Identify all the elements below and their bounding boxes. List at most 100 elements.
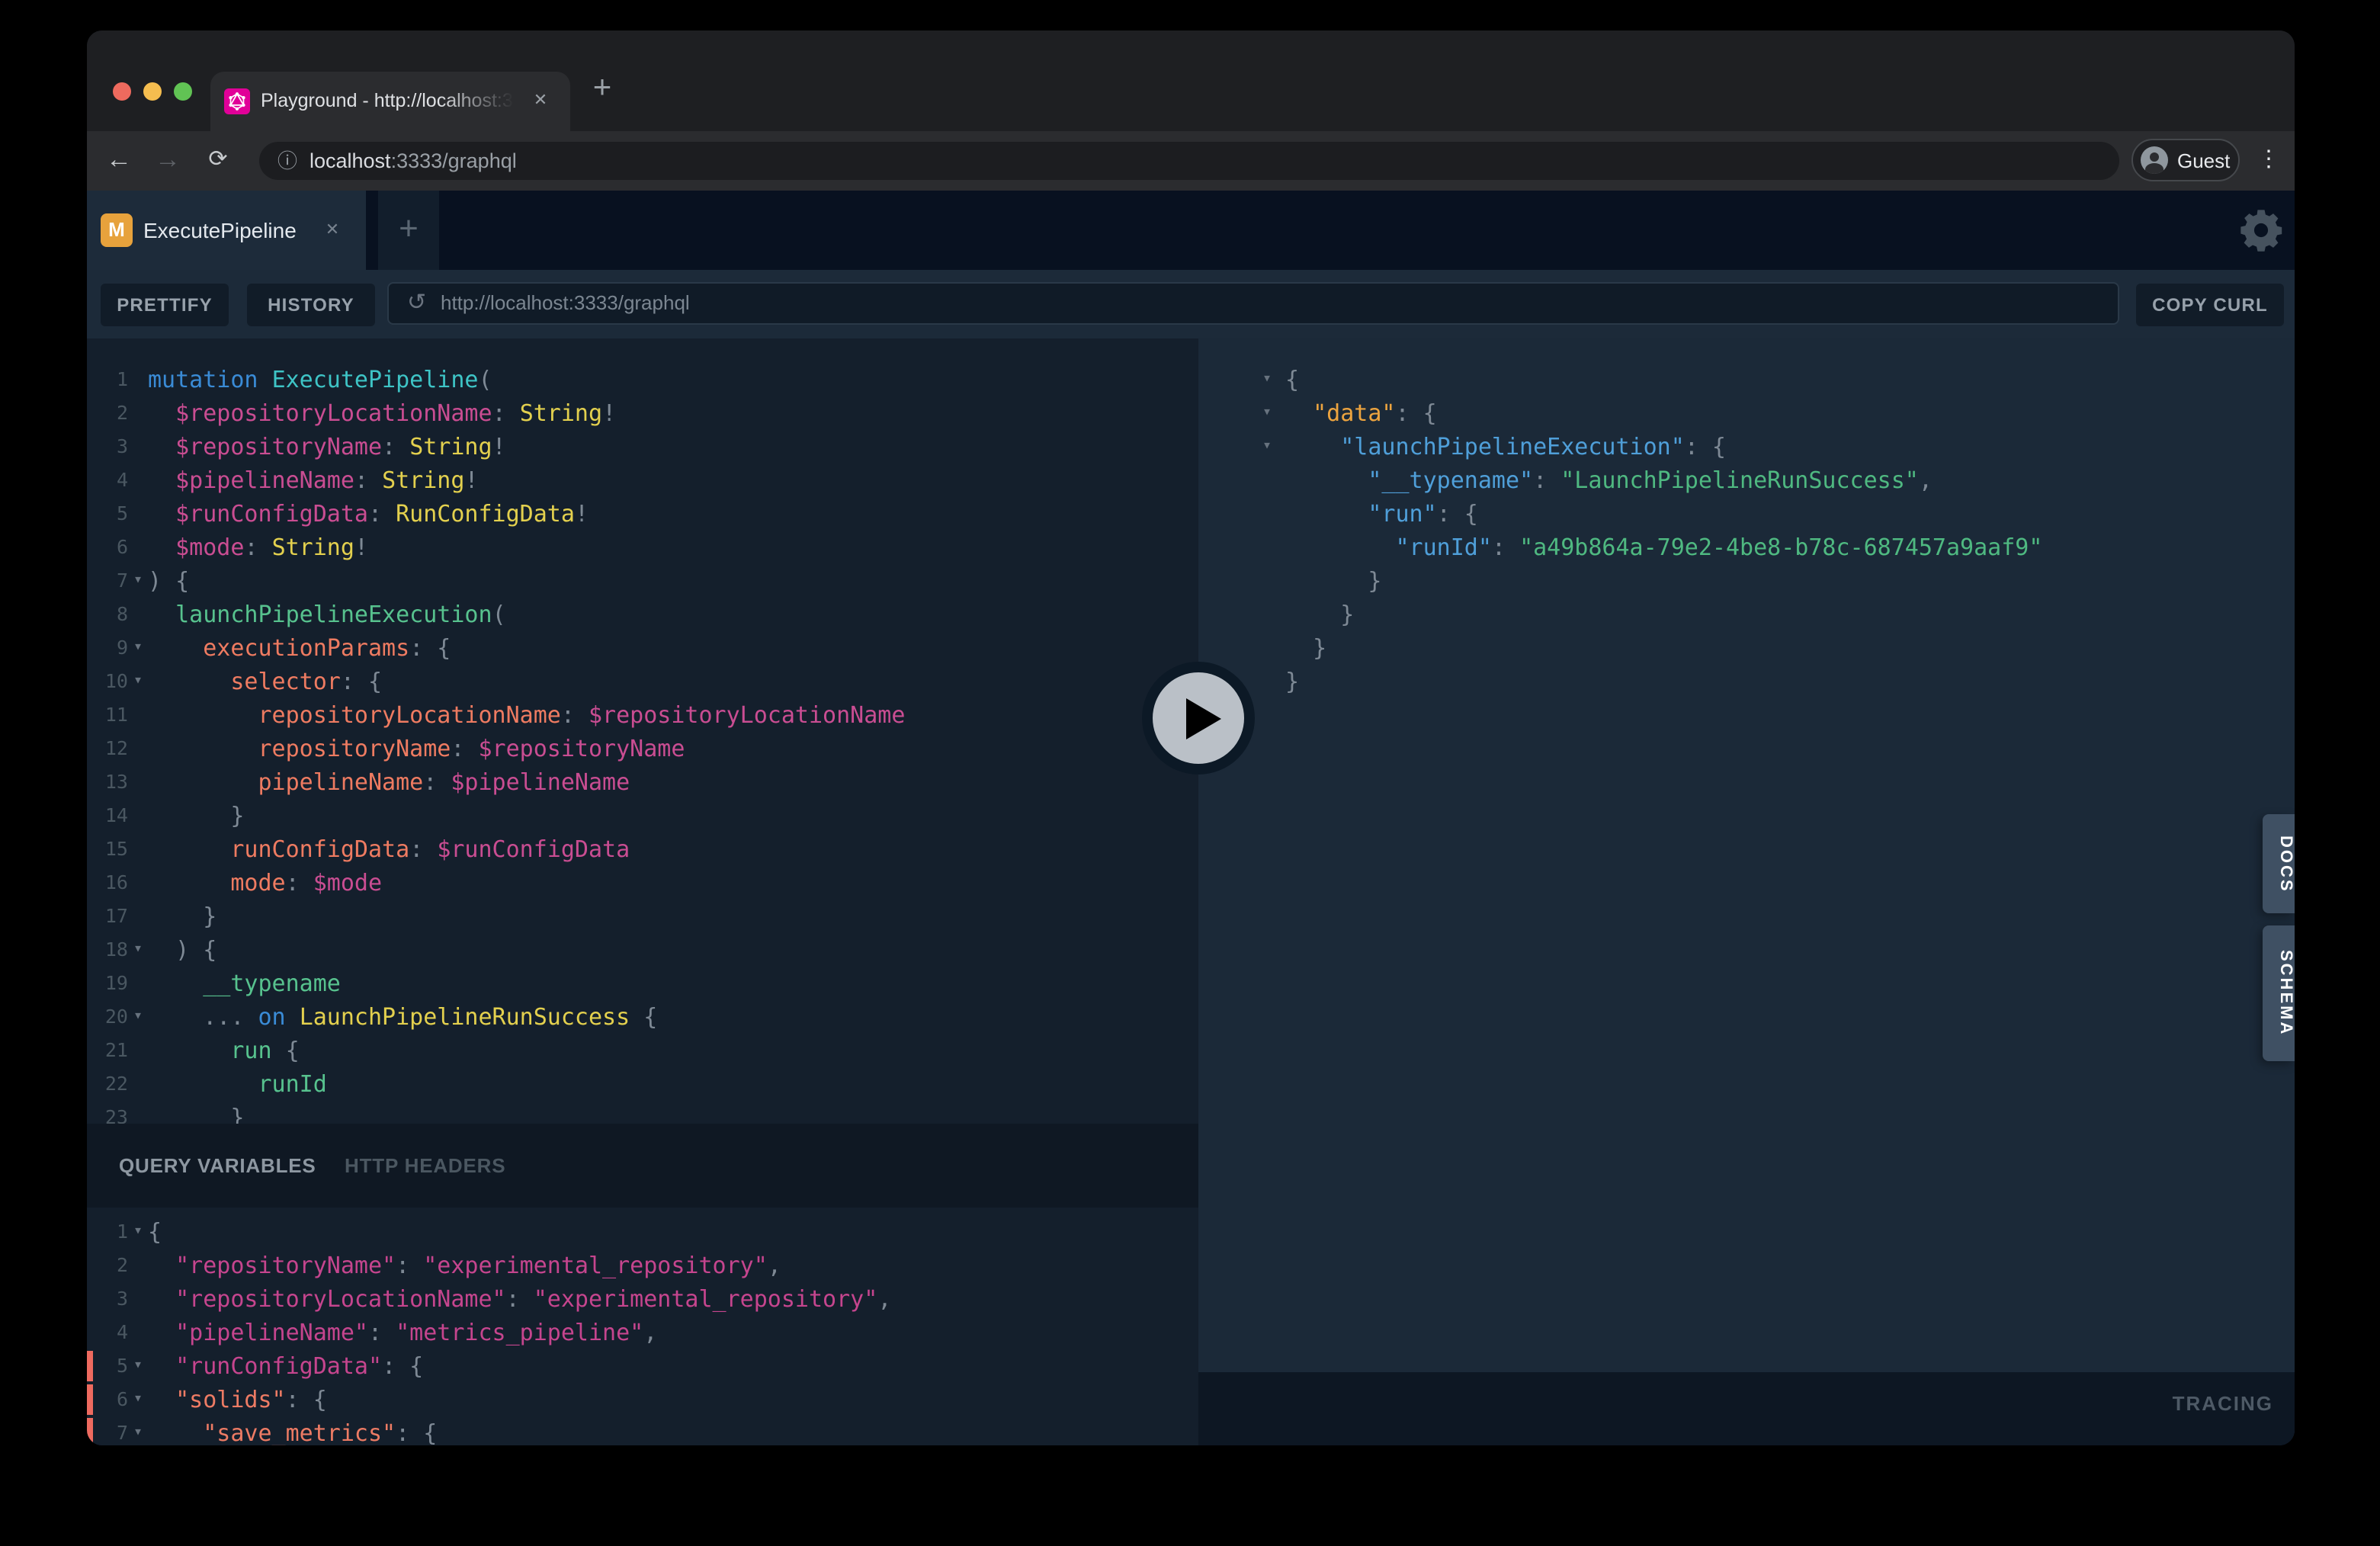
code-line: 4 "pipelineName": "metrics_pipeline", [87,1316,1198,1349]
fold-spacer [1198,531,1285,564]
playground-tab-close-icon[interactable]: ✕ [319,217,346,244]
code-line: 6▾ "solids": { [87,1383,1198,1416]
fold-arrow-icon[interactable]: ▾ [1198,363,1285,396]
fold-spacer [128,1067,148,1101]
execute-play-button[interactable] [1142,662,1255,775]
code-line: "runId": "a49b864a-79e2-4be8-b78c-687457… [1198,531,2295,564]
fold-spacer [128,463,148,497]
fold-spacer [128,765,148,799]
profile-label: Guest [2177,140,2230,181]
code-line: "run": { [1198,497,2295,531]
fold-spacer [128,832,148,866]
fold-spacer [128,1101,148,1124]
url-path: :3333/graphql [391,149,517,172]
new-tab-button[interactable]: + [582,69,622,108]
traffic-light-zoom-icon[interactable] [174,82,192,101]
code-line: 13 pipelineName: $pipelineName [87,765,1198,799]
code-line: 15 runConfigData: $runConfigData [87,832,1198,866]
code-line: 23 } [87,1101,1198,1124]
site-info-icon[interactable]: ⓘ [277,142,297,180]
fold-arrow-icon[interactable]: ▾ [128,1000,148,1034]
tracing-toggle[interactable]: TRACING [2173,1372,2273,1436]
fold-spacer [128,900,148,933]
results-pane: ▾{▾ "data": {▾ "launchPipelineExecution"… [1198,338,2295,1445]
code-line: 2 "repositoryName": "experimental_reposi… [87,1249,1198,1282]
fold-spacer [128,967,148,1000]
profile-button[interactable]: Guest [2131,139,2240,181]
back-icon[interactable]: ← [99,131,139,191]
graphql-playground: M ExecutePipeline ✕ + PRETTIFY HISTORY ↺… [87,191,2295,1445]
fold-arrow-icon[interactable]: ▾ [128,1383,148,1416]
playground-toolbar: PRETTIFY HISTORY ↺ http://localhost:3333… [87,270,2295,338]
code-line: 10▾ selector: { [87,665,1198,698]
fold-spacer [128,799,148,832]
code-line: } [1198,598,2295,631]
code-line: "__typename": "LaunchPipelineRunSuccess"… [1198,463,2295,497]
fold-arrow-icon[interactable]: ▾ [128,631,148,665]
code-line: } [1198,665,2295,698]
tab-http-headers[interactable]: HTTP HEADERS [345,1124,505,1208]
fold-spacer [1198,497,1285,531]
endpoint-url: http://localhost:3333/graphql [441,284,690,323]
endpoint-input[interactable]: ↺ http://localhost:3333/graphql [387,282,2119,325]
fold-arrow-icon[interactable]: ▾ [128,564,148,598]
fold-spacer [128,531,148,564]
code-line: } [1198,631,2295,665]
code-line: ▾ "data": { [1198,396,2295,430]
prettify-button[interactable]: PRETTIFY [101,284,229,326]
browser-menu-icon[interactable]: ⋮ [2255,139,2282,181]
code-line: } [1198,564,2295,598]
forward-icon[interactable]: → [148,131,188,191]
playground-tab-title: ExecutePipeline [143,191,297,270]
history-button[interactable]: HISTORY [247,284,375,326]
response-viewer[interactable]: ▾{▾ "data": {▾ "launchPipelineExecution"… [1198,338,2295,1372]
browser-toolbar: ← → ⟳ ⓘ localhost:3333/graphql Guest ⋮ [87,131,2295,191]
code-line: 5 $runConfigData: RunConfigData! [87,497,1198,531]
undo-icon[interactable]: ↺ [407,284,426,323]
code-line: 21 run { [87,1034,1198,1067]
fold-spacer [128,866,148,900]
traffic-light-close-icon[interactable] [113,82,131,101]
fold-arrow-icon[interactable]: ▾ [1198,396,1285,430]
code-line: 17 } [87,900,1198,933]
playground-new-tab-button[interactable]: + [378,191,439,270]
tab-query-variables[interactable]: QUERY VARIABLES [119,1124,316,1208]
address-bar[interactable]: ⓘ localhost:3333/graphql [259,142,2119,180]
fold-spacer [1198,631,1285,665]
fold-spacer [128,430,148,463]
browser-tab-strip: Playground - http://localhost:3 ✕ + [87,30,2295,131]
fold-arrow-icon[interactable]: ▾ [128,1349,148,1383]
traffic-light-minimize-icon[interactable] [143,82,162,101]
fold-spacer [128,598,148,631]
bottom-tabs-bar: QUERY VARIABLES HTTP HEADERS [87,1124,1198,1208]
copy-curl-button[interactable]: COPY CURL [2136,284,2284,326]
schema-side-tab[interactable]: SCHEMA [2263,925,2295,1061]
fold-arrow-icon[interactable]: ▾ [128,933,148,967]
tab-close-icon[interactable]: ✕ [528,88,553,114]
reload-icon[interactable]: ⟳ [198,131,238,191]
playground-tab-executepipeline[interactable]: M ExecutePipeline ✕ [87,191,366,270]
query-variables-editor[interactable]: 1▾{2 "repositoryName": "experimental_rep… [87,1208,1198,1445]
browser-window: Playground - http://localhost:3 ✕ + ← → … [87,30,2295,1445]
fold-spacer [128,1282,148,1316]
browser-tab[interactable]: Playground - http://localhost:3 ✕ [210,72,570,131]
mutation-badge: M [101,213,133,247]
fold-spacer [128,1249,148,1282]
docs-side-tab[interactable]: DOCS [2263,814,2295,913]
fold-arrow-icon[interactable]: ▾ [128,665,148,698]
query-editor[interactable]: 1mutation ExecutePipeline(2 $repositoryL… [87,338,1198,1124]
tracing-bar: TRACING [1198,1372,2295,1445]
fold-spacer [1198,463,1285,497]
fold-arrow-icon[interactable]: ▾ [128,1215,148,1249]
code-line: 18▾ ) { [87,933,1198,967]
playground-main: 1mutation ExecutePipeline(2 $repositoryL… [87,338,2295,1445]
fold-spacer [1198,598,1285,631]
fold-spacer [128,363,148,396]
settings-gear-icon[interactable] [2237,206,2285,255]
fold-arrow-icon[interactable]: ▾ [128,1416,148,1445]
fold-spacer [128,732,148,765]
code-line: 5▾ "runConfigData": { [87,1349,1198,1383]
code-line: 11 repositoryLocationName: $repositoryLo… [87,698,1198,732]
code-line: 2 $repositoryLocationName: String! [87,396,1198,430]
fold-arrow-icon[interactable]: ▾ [1198,430,1285,463]
